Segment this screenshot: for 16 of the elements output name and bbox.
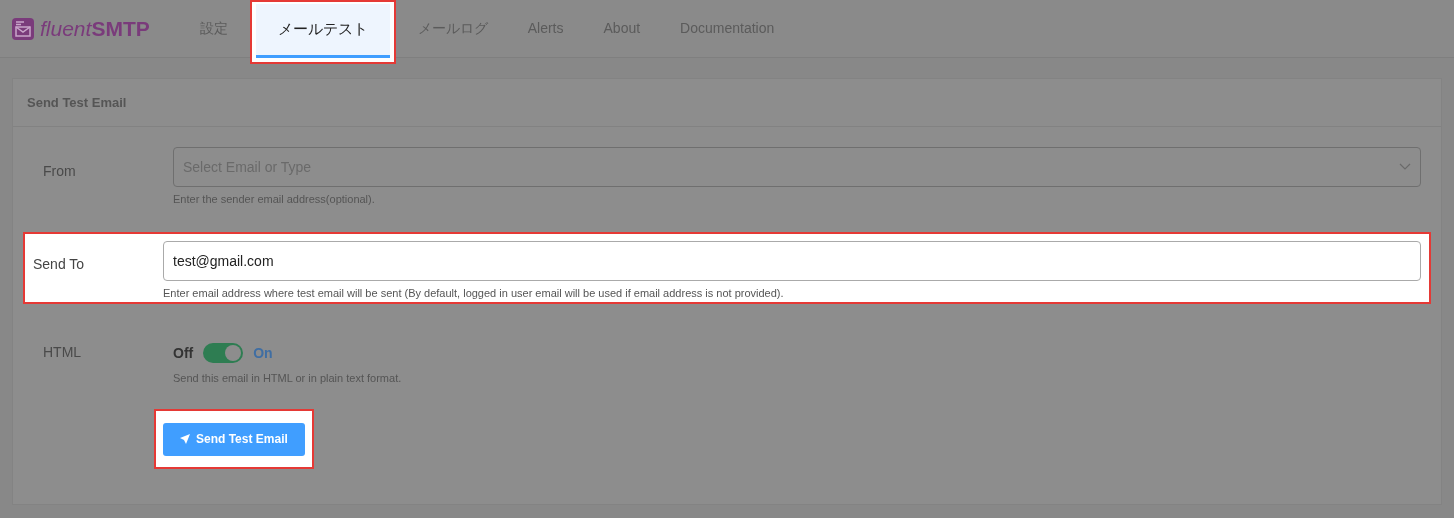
help-text: Enter the sender email address(optional). xyxy=(173,192,376,207)
email-input-field[interactable]: test@gmail.com xyxy=(163,240,1421,281)
envelope-logo-icon xyxy=(12,17,34,40)
chevron-down-icon xyxy=(1399,163,1411,171)
card-title: Send Test Email xyxy=(27,93,127,112)
logo-text: fluentSMTP xyxy=(40,15,150,42)
field-label: From xyxy=(43,163,76,179)
send-test-email-button[interactable]: Send Test Email xyxy=(163,422,305,456)
field-label: HTML xyxy=(43,344,82,360)
toggle-switch[interactable] xyxy=(203,343,244,363)
switch-off-label: Off xyxy=(173,343,194,363)
switch-on-label: On xyxy=(253,343,273,363)
help-text: Enter email address where test email will be sent (By default, logged in user email will be used if email address is not provided). xyxy=(163,285,785,301)
field-label: Send To xyxy=(33,255,85,272)
paper-plane-icon xyxy=(180,434,190,444)
nav-tab[interactable]: メールテスト xyxy=(255,4,390,58)
